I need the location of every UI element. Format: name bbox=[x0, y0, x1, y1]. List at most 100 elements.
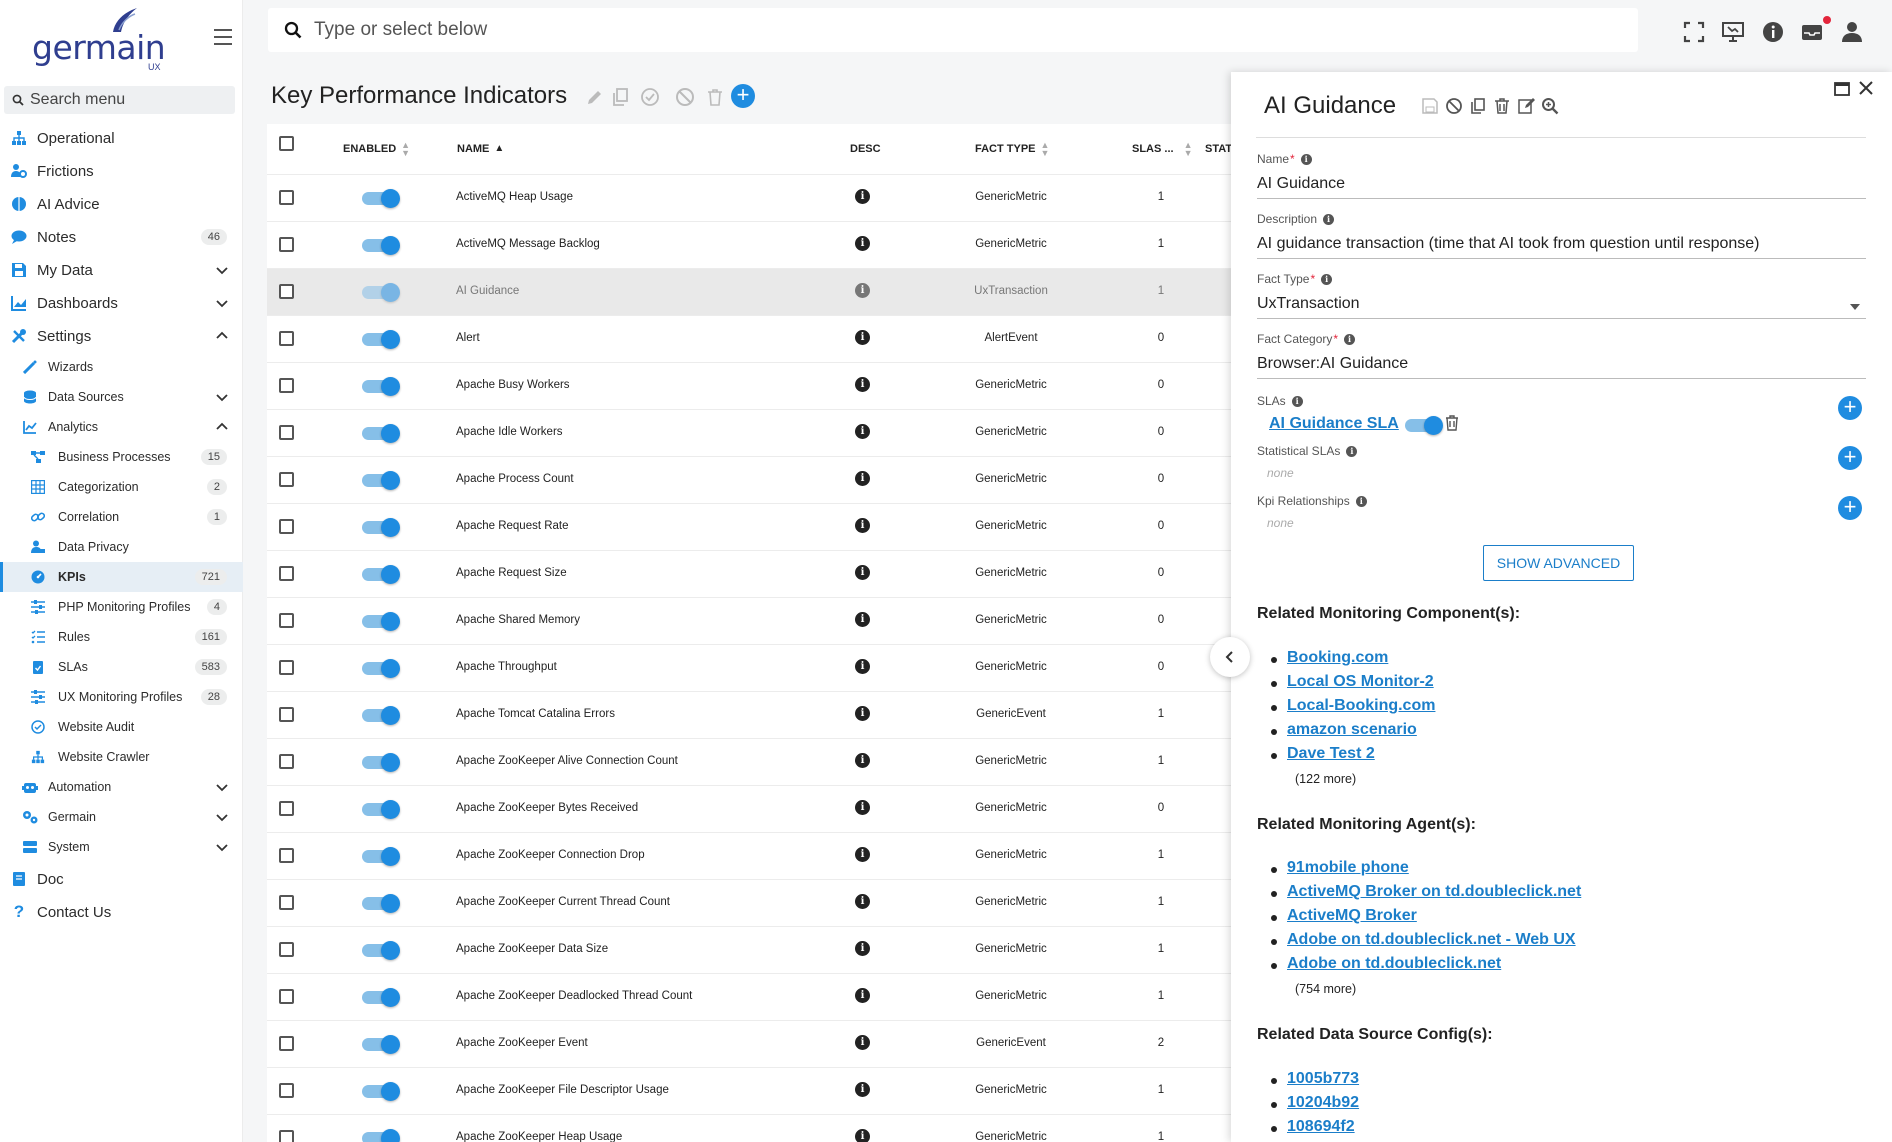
enabled-toggle[interactable] bbox=[362, 1035, 400, 1054]
table-row[interactable]: Apache ZooKeeper Bytes Received i GenericM… bbox=[267, 785, 1232, 832]
row-checkbox[interactable] bbox=[279, 942, 294, 957]
table-row[interactable]: Apache ZooKeeper Data Size i GenericMetric… bbox=[267, 926, 1232, 973]
row-checkbox[interactable] bbox=[279, 566, 294, 581]
description-info-icon[interactable]: i bbox=[855, 894, 870, 909]
related-link[interactable]: 1005b773 bbox=[1287, 1070, 1359, 1087]
table-row[interactable]: Apache ZooKeeper File Descriptor Usage i G… bbox=[267, 1067, 1232, 1114]
enabled-toggle[interactable] bbox=[362, 471, 400, 490]
kpi-name[interactable]: Apache Throughput bbox=[456, 661, 557, 673]
related-link[interactable]: Local-Booking.com bbox=[1287, 697, 1435, 714]
close-icon[interactable] bbox=[1858, 80, 1874, 96]
edit-icon[interactable] bbox=[585, 87, 605, 107]
sidebar-item-php-monitoring-profiles[interactable]: PHP Monitoring Profiles 4 bbox=[0, 592, 243, 622]
kpi-name[interactable]: Apache ZooKeeper Event bbox=[456, 1037, 588, 1049]
related-link[interactable]: 91mobile phone bbox=[1287, 859, 1409, 876]
related-link[interactable]: Dave Test 2 bbox=[1287, 745, 1375, 762]
table-row[interactable]: ActiveMQ Heap Usage i GenericMetric 1 bbox=[267, 174, 1232, 221]
related-link[interactable]: ActiveMQ Broker bbox=[1287, 907, 1417, 924]
hamburger-menu-icon[interactable] bbox=[214, 29, 232, 45]
table-row[interactable]: Apache Request Size i GenericMetric 0 bbox=[267, 550, 1232, 597]
kpi-name[interactable]: Apache ZooKeeper Connection Drop bbox=[456, 849, 645, 861]
table-row[interactable]: Apache Request Rate i GenericMetric 0 bbox=[267, 503, 1232, 550]
show-advanced-button[interactable]: SHOW ADVANCED bbox=[1483, 545, 1634, 581]
enabled-toggle[interactable] bbox=[362, 1082, 400, 1101]
description-info-icon[interactable]: i bbox=[855, 988, 870, 1003]
description-info-icon[interactable]: i bbox=[855, 330, 870, 345]
row-checkbox[interactable] bbox=[279, 425, 294, 440]
sidebar-item-system[interactable]: System bbox=[0, 832, 243, 862]
global-search-bar[interactable] bbox=[268, 8, 1638, 52]
enabled-toggle[interactable] bbox=[362, 236, 400, 255]
enabled-toggle[interactable] bbox=[362, 800, 400, 819]
row-checkbox[interactable] bbox=[279, 848, 294, 863]
description-info-icon[interactable]: i bbox=[855, 236, 870, 251]
sidebar-item-notes[interactable]: Notes 46 bbox=[0, 222, 243, 252]
description-info-icon[interactable]: i bbox=[855, 1129, 870, 1142]
row-checkbox[interactable] bbox=[279, 237, 294, 252]
sidebar-item-website-crawler[interactable]: Website Crawler bbox=[0, 742, 243, 772]
column-header-name[interactable]: NAME ▲ bbox=[457, 124, 504, 174]
related-link[interactable]: Adobe on td.doubleclick.net bbox=[1287, 955, 1501, 972]
maximize-icon[interactable] bbox=[1834, 82, 1850, 96]
copy-icon[interactable] bbox=[1469, 97, 1487, 115]
row-checkbox[interactable] bbox=[279, 989, 294, 1004]
fact-type-select[interactable]: UxTransaction bbox=[1257, 292, 1866, 319]
kpi-name[interactable]: Apache ZooKeeper Current Thread Count bbox=[456, 896, 670, 908]
kpi-name[interactable]: Apache ZooKeeper Deadlocked Thread Count bbox=[456, 990, 692, 1002]
sidebar-item-frictions[interactable]: Frictions bbox=[0, 156, 243, 186]
fullscreen-icon[interactable] bbox=[1682, 20, 1706, 44]
sidebar-item-categorization[interactable]: Categorization 2 bbox=[0, 472, 243, 502]
enabled-toggle[interactable] bbox=[362, 189, 400, 208]
germain-logo[interactable]: germain UX bbox=[30, 6, 170, 72]
related-link[interactable]: amazon scenario bbox=[1287, 721, 1417, 738]
zoom-in-icon[interactable] bbox=[1541, 97, 1559, 115]
kpi-name[interactable]: Apache Request Rate bbox=[456, 520, 569, 532]
table-row[interactable]: Apache ZooKeeper Connection Drop i Generic… bbox=[267, 832, 1232, 879]
column-header-slas[interactable]: SLAS ... ▲ ▼ bbox=[1132, 124, 1192, 174]
sidebar-item-germain[interactable]: Germain bbox=[0, 802, 243, 832]
name-field[interactable]: AI Guidance bbox=[1257, 172, 1866, 199]
sidebar-item-automation[interactable]: Automation bbox=[0, 772, 243, 802]
table-row[interactable]: Apache Tomcat Catalina Errors i GenericEve… bbox=[267, 691, 1232, 738]
table-row[interactable]: Apache Idle Workers i GenericMetric 0 bbox=[267, 409, 1232, 456]
presentation-icon[interactable] bbox=[1721, 20, 1745, 44]
sla-enabled-toggle[interactable] bbox=[1405, 416, 1443, 435]
enabled-toggle[interactable] bbox=[362, 659, 400, 678]
row-checkbox[interactable] bbox=[279, 472, 294, 487]
enabled-toggle[interactable] bbox=[362, 941, 400, 960]
sla-link[interactable]: AI Guidance SLA bbox=[1269, 415, 1399, 433]
info-icon[interactable] bbox=[1761, 20, 1785, 44]
enabled-toggle[interactable] bbox=[362, 847, 400, 866]
disable-icon[interactable] bbox=[1445, 97, 1463, 115]
description-info-icon[interactable]: i bbox=[855, 189, 870, 204]
table-row[interactable]: Apache Process Count i GenericMetric 0 bbox=[267, 456, 1232, 503]
sidebar-item-ai-advice[interactable]: AI Advice bbox=[0, 189, 243, 219]
sidebar-item-doc[interactable]: Doc bbox=[0, 864, 243, 894]
enabled-toggle[interactable] bbox=[362, 330, 400, 349]
related-link[interactable]: Booking.com bbox=[1287, 649, 1388, 666]
select-all-checkbox[interactable] bbox=[279, 136, 294, 151]
related-link[interactable]: 10204b92 bbox=[1287, 1094, 1359, 1111]
row-checkbox[interactable] bbox=[279, 378, 294, 393]
sidebar-item-settings[interactable]: Settings bbox=[0, 321, 243, 351]
table-row[interactable]: Apache ZooKeeper Heap Usage i GenericMetri… bbox=[267, 1114, 1232, 1142]
description-info-icon[interactable]: i bbox=[855, 565, 870, 580]
sidebar-item-business-processes[interactable]: Business Processes 15 bbox=[0, 442, 243, 472]
add-sla-button[interactable]: + bbox=[1838, 396, 1862, 420]
enabled-toggle[interactable] bbox=[362, 424, 400, 443]
sidebar-item-data-sources[interactable]: Data Sources bbox=[0, 382, 243, 412]
row-checkbox[interactable] bbox=[279, 895, 294, 910]
table-row[interactable]: ActiveMQ Message Backlog i GenericMetric 1 bbox=[267, 221, 1232, 268]
description-info-icon[interactable]: i bbox=[855, 659, 870, 674]
kpi-name[interactable]: Apache ZooKeeper Data Size bbox=[456, 943, 608, 955]
row-checkbox[interactable] bbox=[279, 519, 294, 534]
kpi-name[interactable]: Apache Process Count bbox=[456, 473, 574, 485]
edit-icon[interactable] bbox=[1517, 97, 1535, 115]
kpi-name[interactable]: Apache ZooKeeper Bytes Received bbox=[456, 802, 638, 814]
table-row[interactable]: Apache Busy Workers i GenericMetric 0 bbox=[267, 362, 1232, 409]
sidebar-item-analytics[interactable]: Analytics bbox=[0, 412, 243, 442]
kpi-name[interactable]: Apache Request Size bbox=[456, 567, 567, 579]
description-info-icon[interactable]: i bbox=[855, 377, 870, 392]
copy-icon[interactable] bbox=[611, 87, 631, 107]
search-menu-input[interactable]: Search menu bbox=[4, 86, 235, 114]
